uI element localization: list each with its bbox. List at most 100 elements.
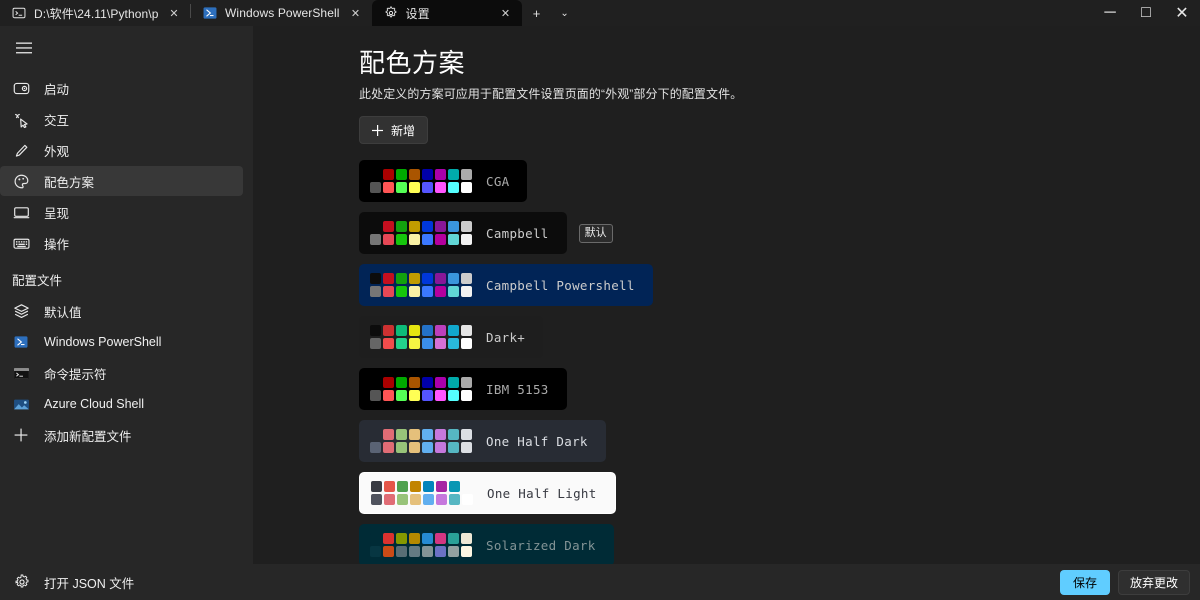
sidebar-profile-plus[interactable]: 添加新配置文件 — [0, 420, 243, 450]
tab-close-button[interactable]: ✕ — [166, 5, 182, 21]
tab-3[interactable]: 设置✕ — [372, 0, 522, 26]
color-swatch — [448, 546, 459, 557]
color-scheme-card[interactable]: Solarized Dark — [359, 524, 614, 564]
color-swatch-grid — [370, 377, 472, 401]
discard-changes-button[interactable]: 放弃更改 — [1118, 570, 1190, 595]
sidebar-item-interaction[interactable]: 交互 — [0, 104, 243, 134]
color-swatch-row — [370, 442, 472, 453]
color-swatch — [370, 325, 381, 336]
color-swatch-row — [370, 273, 472, 284]
new-tab-button[interactable]: + — [522, 0, 552, 26]
color-swatch — [370, 182, 381, 193]
sidebar-profile-azure[interactable]: Azure Cloud Shell — [0, 389, 243, 419]
color-swatch-grid — [370, 169, 472, 193]
close-button[interactable]: ✕ — [1164, 0, 1200, 26]
color-swatch — [370, 234, 381, 245]
sidebar-item-color-palette[interactable]: 配色方案 — [0, 166, 243, 196]
color-swatch — [383, 273, 394, 284]
color-swatch — [396, 533, 407, 544]
actions-icon — [12, 235, 30, 252]
defaults-icon — [13, 303, 30, 320]
powershell-icon — [203, 6, 217, 20]
color-scheme-card[interactable]: IBM 5153 — [359, 368, 567, 410]
color-palette-icon — [13, 173, 30, 190]
tab-bar: D:\软件\24.11\Python\python.e✕Windows Powe… — [0, 0, 1200, 26]
tab-1[interactable]: D:\软件\24.11\Python\python.e✕ — [0, 0, 190, 26]
color-swatch — [422, 273, 433, 284]
hamburger-menu-button[interactable] — [4, 30, 44, 66]
color-swatch — [409, 533, 420, 544]
color-swatch — [461, 533, 472, 544]
color-swatch — [370, 390, 381, 401]
color-swatch — [409, 169, 420, 180]
sidebar-footer-spacer — [0, 520, 253, 564]
interaction-icon — [13, 111, 30, 128]
color-swatch — [396, 429, 407, 440]
rendering-icon — [12, 204, 30, 221]
color-swatch-row — [370, 234, 472, 245]
scheme-row: CGA — [359, 160, 1160, 202]
open-json-file-button[interactable]: 打开 JSON 文件 — [0, 573, 134, 592]
maximize-button[interactable]: □ — [1128, 0, 1164, 26]
color-swatch — [410, 481, 421, 492]
color-swatch-grid — [370, 429, 472, 453]
tab-close-button[interactable]: ✕ — [348, 5, 364, 21]
color-swatch — [396, 221, 407, 232]
color-scheme-card[interactable]: One Half Dark — [359, 420, 606, 462]
color-swatch — [435, 390, 446, 401]
sidebar-profile-powershell[interactable]: Windows PowerShell — [0, 327, 243, 357]
save-button[interactable]: 保存 — [1060, 570, 1110, 595]
color-swatch-row — [371, 481, 473, 492]
color-swatch — [410, 494, 421, 505]
color-swatch — [396, 377, 407, 388]
color-scheme-card[interactable]: Dark+ — [359, 316, 543, 358]
color-swatch-row — [370, 338, 472, 349]
scheme-row: IBM 5153 — [359, 368, 1160, 410]
color-swatch — [435, 182, 446, 193]
color-swatch — [448, 221, 459, 232]
color-swatch — [435, 429, 446, 440]
sidebar-profile-command-prompt[interactable]: 命令提示符 — [0, 358, 243, 388]
sidebar-item-appearance[interactable]: 外观 — [0, 135, 243, 165]
color-swatch — [383, 442, 394, 453]
rendering-icon — [13, 204, 30, 221]
bottom-bar: 打开 JSON 文件 保存 放弃更改 — [0, 564, 1200, 600]
scheme-row: Campbell Powershell — [359, 264, 1160, 306]
window-controls: ─□✕ — [1092, 0, 1200, 26]
color-scheme-card[interactable]: Campbell Powershell — [359, 264, 653, 306]
color-swatch — [383, 377, 394, 388]
color-swatch — [422, 390, 433, 401]
color-swatch — [422, 377, 433, 388]
add-scheme-button[interactable]: 新增 — [359, 116, 428, 144]
sidebar-profile-label: Windows PowerShell — [44, 335, 161, 349]
color-swatch — [435, 221, 446, 232]
tab-2[interactable]: Windows PowerShell✕ — [191, 0, 372, 26]
sidebar-profile-label: 添加新配置文件 — [44, 426, 132, 445]
color-swatch — [461, 429, 472, 440]
sidebar-item-actions[interactable]: 操作 — [0, 228, 243, 258]
terminal-icon — [12, 6, 26, 20]
color-scheme-card[interactable]: Campbell — [359, 212, 567, 254]
color-swatch — [422, 338, 433, 349]
color-swatch — [435, 169, 446, 180]
sidebar-profile-defaults[interactable]: 默认值 — [0, 296, 243, 326]
color-scheme-name: One Half Light — [487, 486, 597, 501]
color-swatch-row — [370, 546, 472, 557]
color-scheme-card[interactable]: One Half Light — [359, 472, 616, 514]
color-scheme-card[interactable]: CGA — [359, 160, 527, 202]
tab-close-button[interactable]: ✕ — [498, 5, 514, 21]
color-swatch — [448, 377, 459, 388]
color-swatch — [423, 494, 434, 505]
color-swatch — [396, 442, 407, 453]
color-swatch — [370, 546, 381, 557]
sidebar-item-startup[interactable]: 启动 — [0, 73, 243, 103]
tab-dropdown-button[interactable]: ⌄ — [552, 0, 578, 26]
sidebar-item-rendering[interactable]: 呈现 — [0, 197, 243, 227]
color-swatch — [461, 182, 472, 193]
color-swatch — [448, 442, 459, 453]
minimize-button[interactable]: ─ — [1092, 0, 1128, 26]
color-swatch — [435, 533, 446, 544]
color-swatch — [370, 533, 381, 544]
add-scheme-label: 新增 — [391, 122, 415, 139]
color-swatch-row — [370, 429, 472, 440]
